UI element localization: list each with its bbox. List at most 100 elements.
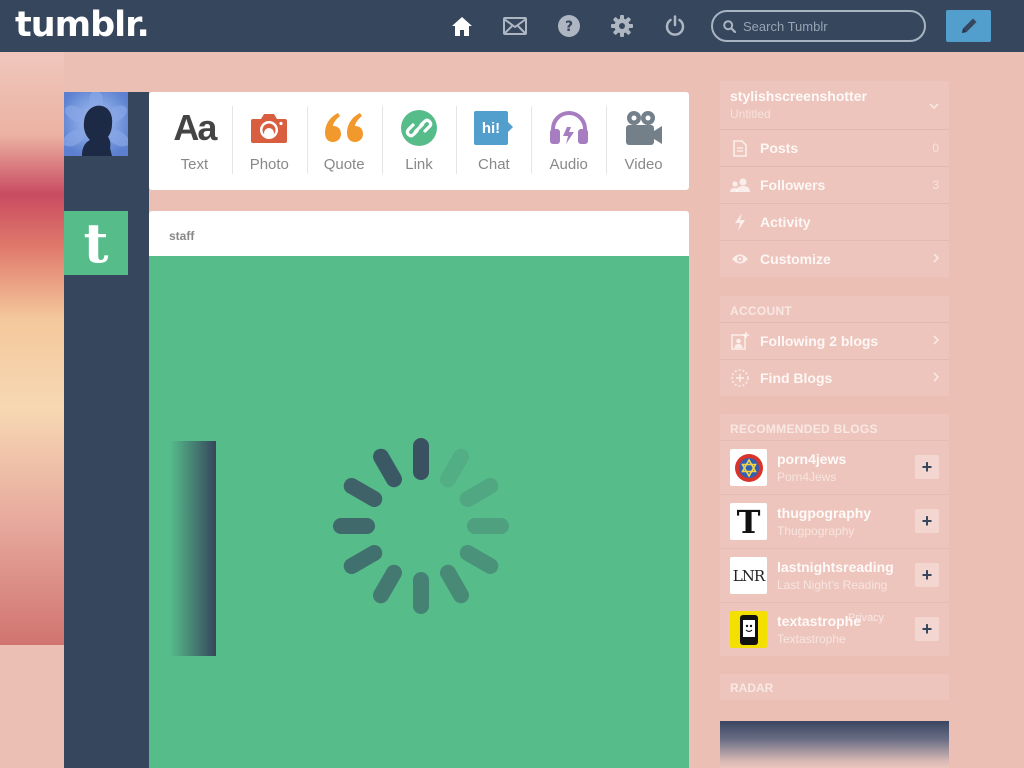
- post-type-photo[interactable]: Photo: [231, 92, 307, 190]
- sidebar-item-label: Posts: [760, 140, 799, 156]
- phone-icon: [739, 614, 758, 645]
- svg-text:hi!: hi!: [482, 120, 500, 137]
- followers-count: 3: [932, 178, 939, 192]
- sidebar-item-label: Customize: [760, 251, 831, 267]
- document-icon: [730, 138, 750, 158]
- eye-icon: [730, 249, 750, 269]
- text-icon: Aa: [173, 107, 217, 148]
- blog-avatar: [730, 611, 767, 648]
- post-content: [149, 256, 689, 768]
- sidebar-item-label: Find Blogs: [760, 370, 833, 386]
- help-icon[interactable]: ?: [557, 14, 581, 38]
- home-icon[interactable]: [450, 14, 474, 38]
- post-type-label: Photo: [249, 156, 289, 173]
- spinner-segment: [413, 572, 429, 614]
- post-type-label: Chat: [478, 156, 510, 173]
- post-type-quote[interactable]: Quote: [306, 92, 382, 190]
- spinner-segment: [333, 518, 375, 534]
- post-author[interactable]: staff: [169, 229, 194, 243]
- spinner-segment: [373, 448, 402, 488]
- blog-switcher[interactable]: stylishscreenshotter Untitled: [720, 81, 949, 129]
- blog-avatar: [730, 449, 767, 486]
- mail-icon[interactable]: [503, 14, 527, 38]
- recommended-blog-title: Textastrophe: [777, 632, 846, 646]
- compose-button[interactable]: [946, 10, 991, 42]
- footer-overlay: Privacy: [848, 612, 884, 624]
- chevron-right-icon: [933, 372, 939, 382]
- post-type-label: Video: [624, 156, 663, 173]
- sidebar-item-posts[interactable]: Posts 0: [720, 129, 949, 166]
- chevron-right-icon: [933, 335, 939, 345]
- gear-icon[interactable]: [610, 14, 634, 38]
- spinner-segment: [440, 564, 469, 604]
- camera-icon: [250, 108, 288, 148]
- svg-text:?: ?: [565, 19, 573, 35]
- follow-blog-button[interactable]: +: [915, 617, 939, 641]
- blog-avatar-text: T: [736, 503, 761, 540]
- account-section-title: ACCOUNT: [730, 304, 793, 318]
- spinner-segment: [343, 545, 383, 574]
- sidebar-item-label: Activity: [760, 214, 811, 230]
- dashboard-left-rail: [64, 92, 149, 768]
- my-avatar[interactable]: [64, 92, 128, 156]
- post-type-label: Quote: [323, 156, 365, 173]
- spinner-segment: [467, 518, 509, 534]
- headphones-icon: [549, 108, 589, 148]
- spinner-segment: [343, 478, 383, 507]
- spinner-segment: [459, 478, 499, 507]
- sidebar-item-following[interactable]: Following 2 blogs: [720, 322, 949, 359]
- posts-count: 0: [932, 141, 939, 155]
- link-icon: [400, 108, 438, 148]
- post-type-label: Link: [405, 156, 433, 173]
- pencil-icon: [961, 18, 976, 33]
- top-navbar: tumblr. ?: [0, 0, 1024, 52]
- search-box[interactable]: [711, 10, 926, 42]
- add-person-icon: [730, 331, 750, 351]
- sidebar-item-customize[interactable]: Customize: [720, 240, 949, 277]
- search-icon: [723, 19, 736, 33]
- lightning-icon: [730, 212, 750, 232]
- privacy-link[interactable]: Privacy: [848, 612, 884, 624]
- post-type-audio[interactable]: Audio: [531, 92, 606, 190]
- post-type-link[interactable]: Link: [381, 92, 457, 190]
- recommended-blog-name: lastnightsreading: [777, 559, 894, 575]
- people-icon: [730, 175, 750, 195]
- blog-title: Untitled: [730, 107, 771, 121]
- post-type-bar: Aa Text Photo Quote Link hi! Chat Audio: [149, 92, 689, 190]
- blog-avatar-text: LNR: [732, 566, 765, 585]
- background-photo: [0, 52, 64, 645]
- post-type-label: Audio: [549, 156, 588, 173]
- sidebar-item-find-blogs[interactable]: Find Blogs: [720, 359, 949, 396]
- staff-avatar-glyph: t: [83, 211, 109, 275]
- search-input[interactable]: [743, 18, 913, 34]
- post-type-text[interactable]: Aa Text: [157, 92, 232, 190]
- post-type-chat[interactable]: hi! Chat: [456, 92, 531, 190]
- sidebar-item-label: Followers: [760, 177, 826, 193]
- spinner-segment: [413, 438, 429, 480]
- recommended-blog-name: thugpography: [777, 505, 872, 521]
- post-header: staff: [149, 211, 689, 256]
- chevron-right-icon: [933, 253, 939, 263]
- follow-blog-button[interactable]: +: [915, 509, 939, 533]
- spinner-segment: [459, 545, 499, 574]
- spinner-segment: [440, 448, 469, 488]
- sidebar-item-activity[interactable]: Activity: [720, 203, 949, 240]
- radar-image[interactable]: [720, 721, 949, 768]
- staff-avatar[interactable]: t: [64, 211, 128, 275]
- recommended-scroll-shade: [170, 441, 216, 656]
- chat-icon: hi!: [473, 108, 515, 148]
- sidebar-item-followers[interactable]: Followers 3: [720, 166, 949, 203]
- power-icon[interactable]: [663, 14, 687, 38]
- post-type-video[interactable]: Video: [606, 92, 681, 190]
- recommended-blog-name: porn4jews: [777, 451, 847, 467]
- follow-blog-button[interactable]: +: [915, 563, 939, 587]
- blog-avatar: T: [730, 503, 767, 540]
- sidebar-blog-panel: stylishscreenshotter Untitled Posts 0 Fo…: [720, 81, 949, 277]
- compass-icon: [730, 368, 750, 388]
- tumblr-logo[interactable]: tumblr.: [15, 5, 150, 45]
- spinner-segment: [373, 564, 402, 604]
- blog-avatar: LNR: [730, 557, 767, 594]
- follow-blog-button[interactable]: +: [915, 455, 939, 479]
- blog-name: stylishscreenshotter: [730, 88, 867, 104]
- recommended-section-title: RECOMMENDED BLOGS: [730, 422, 878, 436]
